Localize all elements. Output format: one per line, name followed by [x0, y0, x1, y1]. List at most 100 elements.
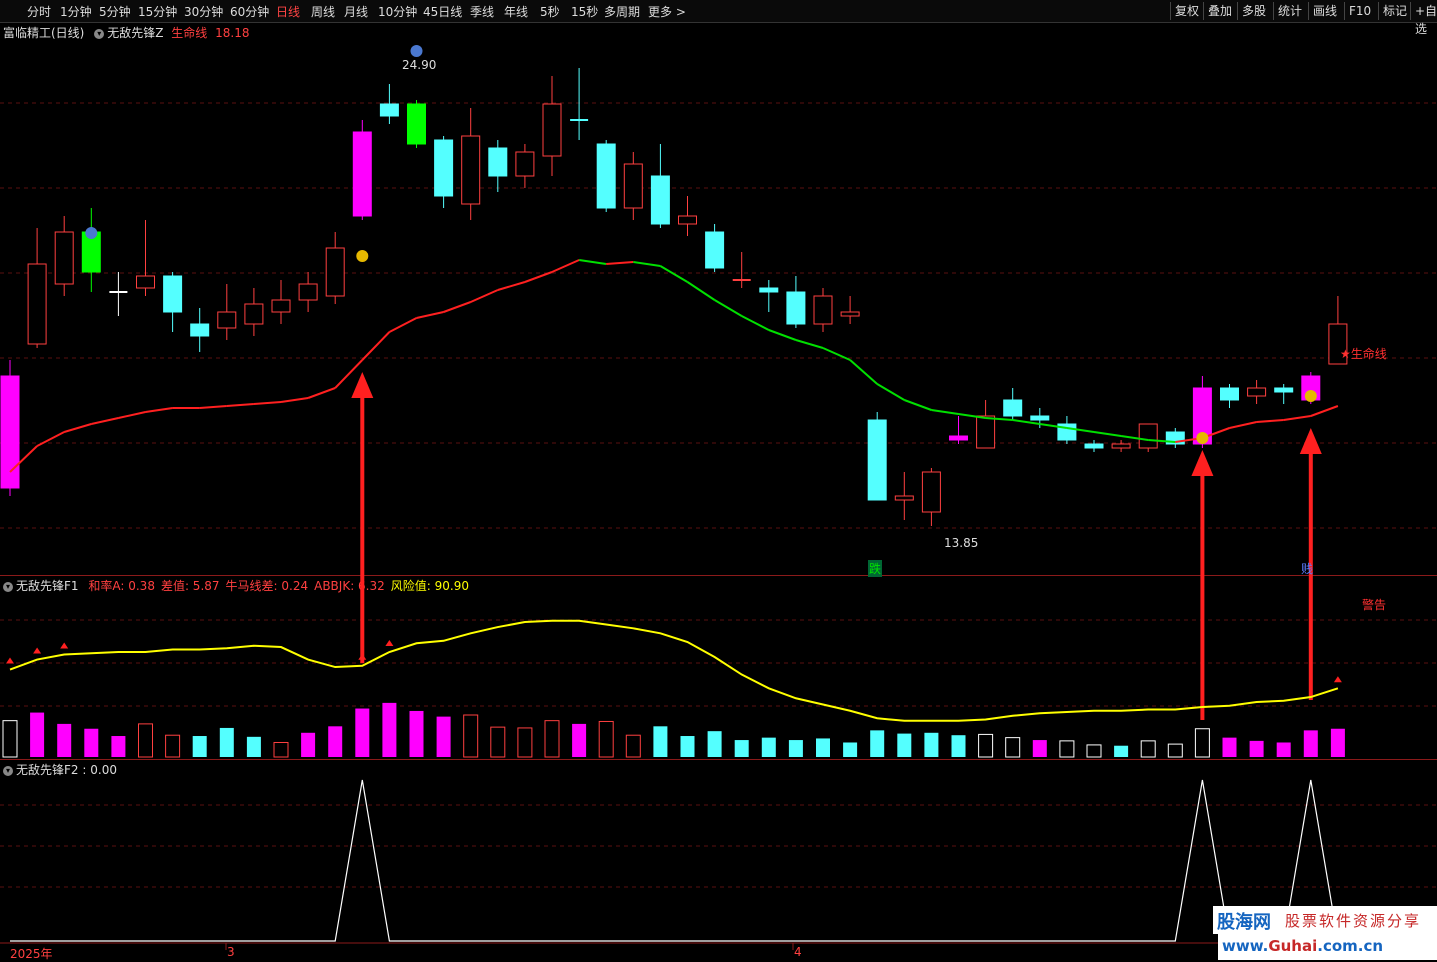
watermark-url-main: Guhai [1268, 937, 1318, 955]
jian-label: 贱 [1301, 562, 1314, 576]
lifeline-segment [63, 423, 92, 433]
f1-bar [517, 727, 533, 758]
lifeline-segment [1012, 419, 1040, 425]
candle-body [813, 295, 833, 325]
f1-bar [409, 710, 424, 757]
candle-body [867, 419, 887, 501]
lifeline-segment [931, 409, 959, 415]
f1-up-arrow-icon [1333, 676, 1342, 683]
candle-body [1111, 443, 1131, 449]
signal-arrow-head [1299, 428, 1322, 454]
money-bag-icon [356, 250, 369, 262]
watermark-site: 股海网 [1217, 912, 1271, 933]
f1-bar [1114, 745, 1129, 757]
candle-body [623, 163, 643, 209]
f1-bar [328, 726, 343, 757]
high-price-text: 24.90 [402, 58, 437, 72]
lifeline-segment [145, 407, 173, 413]
lifeline-segment [659, 265, 689, 283]
f1-bar [1222, 737, 1237, 757]
f1-bar [165, 734, 181, 758]
lifeline-segment [551, 259, 580, 273]
f1-bar [2, 720, 18, 758]
f1-bar [192, 736, 207, 757]
lifeline-segment [443, 301, 472, 313]
low-price-label: 13.85 [944, 536, 978, 550]
lifeline-segment [497, 281, 526, 291]
lifeline-segment [795, 339, 824, 349]
candle-body [705, 231, 725, 269]
watermark-slogan: 股票软件资源分享 [1285, 912, 1422, 930]
candle-body [271, 299, 291, 313]
lifeline-segment [307, 387, 336, 399]
lifeline-segment [903, 399, 932, 411]
watermark-url-prefix: www. [1222, 937, 1269, 955]
f1-bar [924, 732, 939, 757]
f1-bar [273, 741, 289, 758]
f1-bar [843, 742, 858, 757]
lifeline-segment [118, 411, 146, 419]
f1-up-arrow-icon [60, 642, 69, 649]
lifeline-segment [280, 397, 309, 403]
candle-body [461, 135, 481, 205]
sad-face-icon [410, 45, 423, 57]
candle-body [596, 143, 616, 209]
candle-body [894, 495, 914, 501]
kline-chart[interactable] [0, 0, 1437, 960]
candle-body [217, 311, 237, 329]
f1-bar [57, 723, 72, 757]
f1-bar [246, 736, 261, 757]
lifeline-segment [714, 299, 743, 317]
candle-body [407, 103, 426, 145]
signal-arrow-head [1191, 450, 1214, 476]
f1-bar [788, 740, 803, 757]
f1-bar [598, 720, 614, 758]
f1-bar [111, 736, 126, 757]
candle-body [1220, 387, 1239, 401]
watermark-banner: 股海网 股票软件资源分享 [1213, 906, 1437, 934]
candle-body [949, 435, 968, 441]
lifeline-segment [1283, 415, 1311, 421]
candle-body [786, 291, 806, 325]
warning-label: 警告 [1362, 598, 1387, 612]
signal-arrow-head [351, 372, 374, 398]
f1-bar [436, 716, 451, 757]
lifeline-segment [416, 311, 444, 319]
f1-bar [1086, 744, 1102, 758]
watermark-url-suffix: .com.cn [1317, 937, 1384, 955]
f1-bar [1276, 742, 1291, 757]
watermark-url: www.Guhai.com.cn [1218, 934, 1437, 960]
f1-bar [138, 723, 153, 758]
candle-body [298, 283, 318, 301]
candle-body [244, 303, 264, 325]
f1-bar [653, 726, 668, 757]
candle-body [542, 103, 562, 157]
f1-bar [463, 714, 479, 758]
low-price-text: 13.85 [944, 536, 979, 550]
candle-body [1084, 443, 1104, 449]
lifeline-segment [768, 329, 797, 341]
f1-bar [625, 734, 641, 758]
candle-body [1138, 423, 1158, 449]
f1-bar [382, 702, 397, 757]
f1-bar [1167, 743, 1183, 758]
candle-body [488, 147, 508, 177]
candle-body [759, 287, 779, 293]
lifeline-segment [388, 317, 417, 333]
f1-up-arrow-icon [33, 647, 42, 654]
candle-body [840, 311, 860, 317]
candle-body [976, 415, 996, 449]
x-axis-label-march: 3 [227, 945, 235, 959]
lifeline-segment [741, 315, 770, 331]
f1-bar [1330, 728, 1345, 757]
f1-bar [707, 731, 722, 757]
candle-body [434, 139, 454, 197]
lifeline-segment [1256, 419, 1284, 423]
f1-bar [734, 740, 749, 757]
candle-body [1030, 415, 1050, 421]
candle-body [678, 215, 697, 225]
lifeline-segment [578, 259, 607, 265]
candle-body [1274, 387, 1294, 393]
sad-face-icon [85, 227, 98, 239]
f1-bar [1303, 730, 1318, 757]
